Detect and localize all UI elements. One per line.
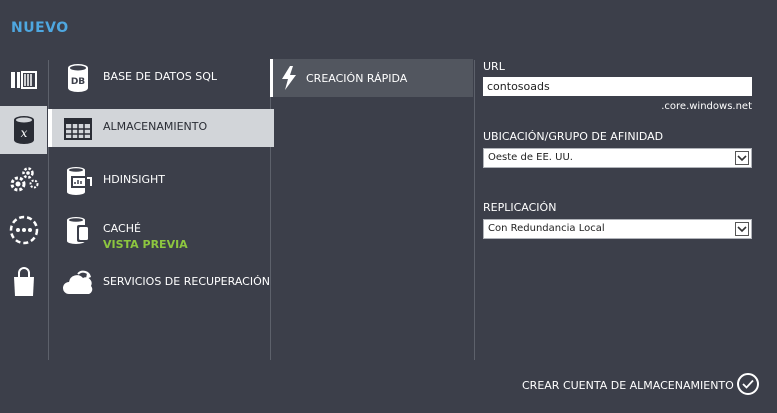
service-storage[interactable]: ALMACENAMIENTO xyxy=(48,109,274,147)
option-quick-create[interactable]: CREACIÓN RÁPIDA xyxy=(270,59,473,97)
service-label: SERVICIOS DE RECUPERACIÓN xyxy=(103,275,270,288)
service-cache[interactable]: CACHÉ VISTA PREVIA xyxy=(51,211,270,251)
page-title: NUEVO xyxy=(11,20,69,36)
lightning-icon xyxy=(282,66,296,90)
replication-value: Con Redundancia Local xyxy=(488,223,605,234)
chevron-down-icon[interactable] xyxy=(735,151,749,165)
hdinsight-icon xyxy=(67,167,92,195)
compute-icon xyxy=(10,71,37,89)
service-label: ALMACENAMIENTO xyxy=(103,120,208,133)
location-value: Oeste de EE. UU. xyxy=(488,152,573,163)
service-hdinsight[interactable]: HDINSIGHT xyxy=(51,162,270,200)
checkmark-icon xyxy=(742,379,754,389)
category-network-services[interactable] xyxy=(0,206,47,254)
chevron-down-icon[interactable] xyxy=(735,222,749,236)
location-label: UBICACIÓN/GRUPO DE AFINIDAD xyxy=(483,130,664,143)
app-services-icon xyxy=(10,167,38,192)
service-label: HDINSIGHT xyxy=(103,173,165,186)
svg-text:x: x xyxy=(20,126,27,140)
url-suffix: .core.windows.net xyxy=(661,101,752,112)
divider xyxy=(48,60,49,360)
cache-icon xyxy=(67,217,90,244)
data-services-icon: x xyxy=(13,116,34,144)
sql-database-icon: DB xyxy=(68,64,88,92)
service-label: BASE DE DATOS SQL xyxy=(103,70,217,83)
category-data-services[interactable]: x xyxy=(0,106,47,154)
category-compute[interactable] xyxy=(0,56,47,104)
storage-table-icon xyxy=(64,118,92,140)
divider xyxy=(270,60,271,360)
location-select[interactable]: Oeste de EE. UU. xyxy=(483,148,752,168)
service-label: CACHÉ xyxy=(103,222,141,235)
create-storage-account-label[interactable]: CREAR CUENTA DE ALMACENAMIENTO xyxy=(522,379,734,392)
category-app-services[interactable] xyxy=(0,156,47,204)
preview-badge: VISTA PREVIA xyxy=(103,238,188,251)
divider xyxy=(474,60,475,360)
category-store[interactable] xyxy=(0,258,47,306)
url-label: URL xyxy=(483,60,505,73)
service-sql-database[interactable]: DB BASE DE DATOS SQL xyxy=(51,59,270,97)
replication-label: REPLICACIÓN xyxy=(483,201,557,214)
replication-select[interactable]: Con Redundancia Local xyxy=(483,219,752,239)
store-icon xyxy=(13,267,34,296)
url-input[interactable] xyxy=(483,77,752,96)
svg-text:DB: DB xyxy=(71,77,85,87)
service-recovery[interactable]: SERVICIOS DE RECUPERACIÓN xyxy=(51,264,270,302)
network-services-icon xyxy=(9,215,38,245)
recovery-cloud-icon xyxy=(63,270,93,294)
option-label: CREACIÓN RÁPIDA xyxy=(306,72,408,85)
create-storage-account-button[interactable] xyxy=(737,373,759,395)
